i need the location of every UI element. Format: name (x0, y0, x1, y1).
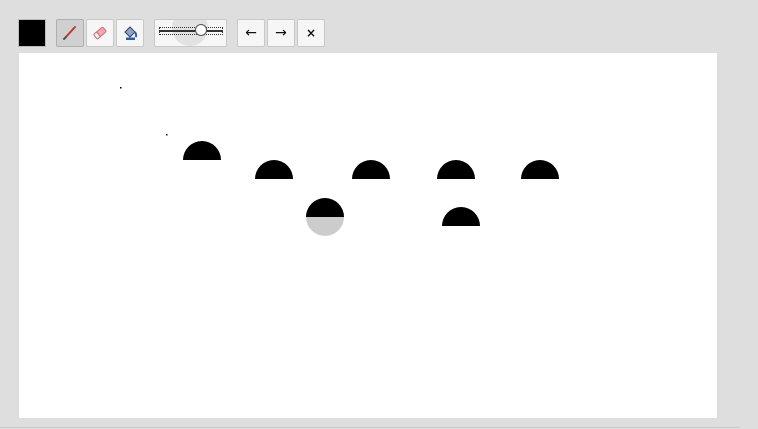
canvas-stroke (352, 160, 390, 179)
undo-button[interactable]: ← (237, 19, 265, 47)
eraser-tool-button[interactable] (86, 19, 114, 47)
arrow-left-icon: ← (245, 25, 257, 41)
fill-tool-button[interactable] (116, 19, 144, 47)
brush-size-track-line (159, 30, 223, 32)
canvas-stroke (183, 141, 221, 160)
close-icon: × (305, 26, 317, 40)
arrow-right-icon: → (275, 25, 287, 41)
canvas-stroke (306, 198, 344, 217)
canvas-stroke (437, 160, 475, 179)
brush-icon (60, 23, 80, 43)
paint-bucket-icon (120, 23, 140, 43)
redo-button[interactable]: → (267, 19, 295, 47)
canvas-stroke (255, 160, 293, 179)
canvas-stroke (442, 207, 480, 226)
drawing-canvas[interactable] (19, 53, 717, 418)
canvas-dot (120, 87, 122, 89)
toolbar: ← → × (0, 0, 758, 52)
eraser-icon (90, 23, 110, 43)
brush-size-slider[interactable] (154, 19, 227, 47)
clear-button[interactable]: × (297, 19, 325, 47)
canvas-drawing (120, 87, 559, 236)
canvas-stroke (521, 160, 559, 179)
brush-tool-button[interactable] (56, 19, 84, 47)
color-picker-swatch[interactable] (18, 19, 46, 47)
divider (0, 427, 740, 428)
canvas-dot (166, 134, 168, 136)
